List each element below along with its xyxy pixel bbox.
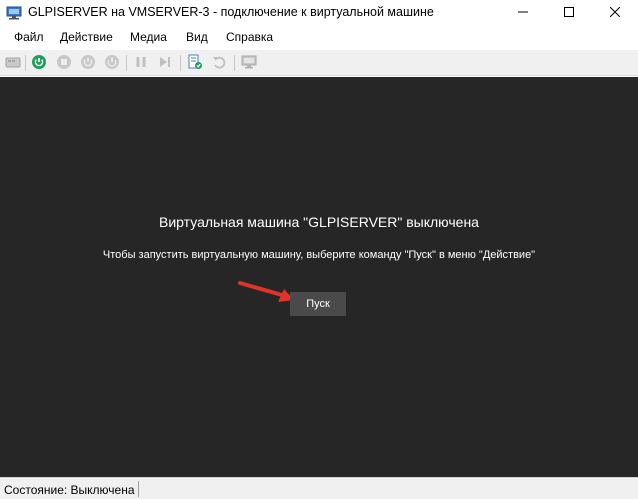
toolbar-separator xyxy=(126,55,127,71)
menu-view[interactable]: Вид xyxy=(186,30,208,44)
shutdown-button[interactable] xyxy=(79,54,97,72)
ctrl-alt-del-icon xyxy=(5,54,21,73)
vm-display-area[interactable]: Виртуальная машина "GLPISERVER" выключен… xyxy=(0,77,638,477)
toolbar-separator xyxy=(25,55,26,71)
minimize-icon xyxy=(518,6,528,20)
save-button[interactable] xyxy=(103,54,121,72)
revert-button[interactable] xyxy=(210,54,228,72)
close-button[interactable] xyxy=(592,0,638,26)
red-arrow-icon xyxy=(238,280,298,306)
vm-start-hint: Чтобы запустить виртуальную машину, выбе… xyxy=(102,249,536,261)
maximize-button[interactable] xyxy=(546,0,592,26)
pause-button[interactable] xyxy=(132,54,150,72)
vm-state-label: Состояние: Выключена xyxy=(4,483,135,497)
vm-status-title: Виртуальная машина "GLPISERVER" выключен… xyxy=(159,214,479,230)
close-icon xyxy=(609,6,621,20)
reset-button[interactable] xyxy=(156,54,174,72)
menu-media[interactable]: Медиа xyxy=(130,30,167,44)
toolbar-separator xyxy=(234,55,235,71)
menu-bar: Файл Действие Медиа Вид Справка xyxy=(0,26,638,48)
toolbar-separator xyxy=(180,55,181,71)
ctrl-alt-del-button[interactable] xyxy=(4,54,22,72)
save-icon xyxy=(104,54,120,73)
status-separator xyxy=(138,481,139,497)
revert-icon xyxy=(211,54,227,73)
reset-icon xyxy=(157,54,173,73)
menu-file[interactable]: Файл xyxy=(14,30,44,44)
maximize-icon xyxy=(564,6,574,20)
title-bar: GLPISERVER на VMSERVER-3 - подключение к… xyxy=(0,0,638,26)
enhanced-session-button[interactable] xyxy=(240,54,258,72)
checkpoint-icon xyxy=(187,54,203,73)
turn-off-icon xyxy=(56,54,72,73)
pause-icon xyxy=(133,54,149,73)
start-button[interactable] xyxy=(30,54,48,72)
enhanced-session-icon xyxy=(241,54,257,73)
minimize-button[interactable] xyxy=(500,0,546,26)
vm-connect-icon xyxy=(6,6,22,20)
checkpoint-button[interactable] xyxy=(186,54,204,72)
menu-help[interactable]: Справка xyxy=(226,30,273,44)
status-bar: Состояние: Выключена xyxy=(0,477,638,499)
start-icon xyxy=(31,54,47,73)
shutdown-icon xyxy=(80,54,96,73)
window-title: GLPISERVER на VMSERVER-3 - подключение к… xyxy=(28,5,434,19)
turn-off-button[interactable] xyxy=(55,54,73,72)
toolbar xyxy=(0,50,638,76)
menu-action[interactable]: Действие xyxy=(60,30,113,44)
start-vm-button[interactable]: Пуск xyxy=(290,292,346,316)
